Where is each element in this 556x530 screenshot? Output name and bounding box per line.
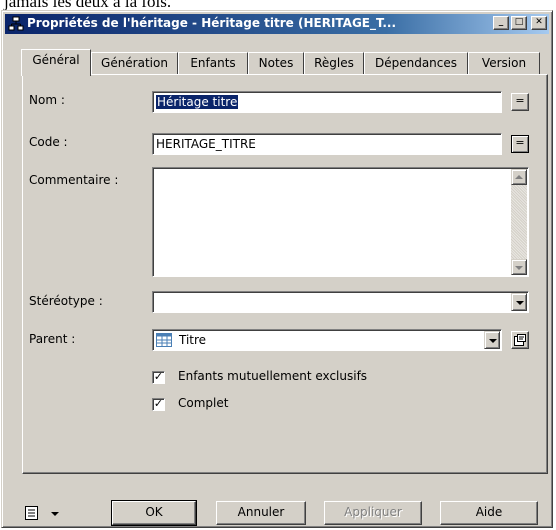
equal-icon: = (515, 136, 525, 149)
parent-properties-button[interactable] (511, 331, 529, 349)
tab-enfants[interactable]: Enfants (178, 52, 248, 74)
parent-combobox[interactable]: Titre (152, 329, 502, 351)
tab-label: Général (32, 53, 80, 67)
title-bar[interactable]: Propriétés de l'héritage - Héritage titr… (5, 14, 549, 34)
help-label: Aide (475, 505, 503, 519)
scroll-up-icon[interactable] (511, 169, 527, 185)
commentaire-textarea[interactable] (152, 167, 529, 277)
maximize-icon: □ (514, 17, 524, 27)
complet-checkbox[interactable]: ✓ (152, 398, 165, 411)
close-icon: ✕ (535, 17, 543, 27)
stereotype-label: Stéréotype : (29, 294, 103, 308)
tab-notes[interactable]: Notes (248, 52, 304, 74)
scroll-down-icon[interactable] (511, 259, 527, 275)
tab-regles[interactable]: Règles (304, 52, 364, 74)
complet-label: Complet (178, 396, 229, 410)
exclusifs-label: Enfants mutuellement exclusifs (178, 369, 368, 383)
nom-equal-button[interactable]: = (511, 93, 529, 111)
apply-button[interactable]: Appliquer (324, 501, 422, 525)
ok-button[interactable]: OK (111, 500, 197, 526)
nom-field[interactable]: Héritage titre (152, 91, 502, 113)
chevron-down-icon[interactable] (484, 331, 500, 349)
exclusifs-checkbox[interactable]: ✓ (152, 371, 165, 384)
close-button[interactable]: ✕ (531, 16, 547, 30)
tab-version[interactable]: Version (468, 52, 540, 74)
help-button[interactable]: Aide (440, 501, 538, 525)
properties-dialog: Propriétés de l'héritage - Héritage titr… (1, 10, 553, 528)
tab-label: Notes (258, 56, 294, 70)
tab-label: Règles (314, 56, 354, 70)
apply-label: Appliquer (344, 505, 402, 519)
tab-label: Version (481, 56, 527, 70)
commentaire-scrollbar[interactable] (511, 169, 527, 275)
properties-icon (514, 334, 526, 346)
parent-label: Parent : (29, 332, 76, 346)
chevron-down-icon (51, 512, 59, 516)
more-menu-button[interactable] (24, 503, 64, 523)
checkmark-icon: ✓ (153, 370, 164, 383)
minimize-icon: _ (498, 17, 504, 27)
code-label: Code : (29, 135, 68, 149)
nom-label: Nom : (29, 93, 65, 107)
tab-label: Génération (101, 56, 168, 70)
parent-value: Titre (179, 333, 207, 347)
tab-generation[interactable]: Génération (91, 52, 178, 74)
code-field[interactable]: HERITAGE_TITRE (152, 133, 502, 155)
inheritance-icon (8, 16, 24, 31)
tab-label: Enfants (190, 56, 236, 70)
cancel-label: Annuler (237, 505, 285, 519)
table-icon (156, 333, 172, 347)
chevron-down-icon[interactable] (511, 293, 527, 311)
tab-label: Dépendances (374, 56, 458, 70)
commentaire-label: Commentaire : (29, 173, 119, 187)
list-icon (25, 506, 38, 520)
maximize-button[interactable]: □ (511, 16, 527, 30)
minimize-button[interactable]: _ (493, 16, 509, 30)
cancel-button[interactable]: Annuler (216, 501, 306, 525)
ok-label: OK (145, 505, 163, 519)
equal-icon: = (515, 94, 525, 107)
code-value: HERITAGE_TITRE (156, 137, 256, 151)
tab-dependances[interactable]: Dépendances (364, 52, 468, 74)
window-title: Propriétés de l'héritage - Héritage titr… (27, 16, 397, 30)
code-equal-button[interactable]: = (511, 135, 529, 153)
nom-value: Héritage titre (156, 95, 239, 109)
tab-general[interactable]: Général (21, 49, 91, 76)
checkmark-icon: ✓ (153, 397, 164, 410)
stereotype-combobox[interactable] (152, 291, 529, 313)
